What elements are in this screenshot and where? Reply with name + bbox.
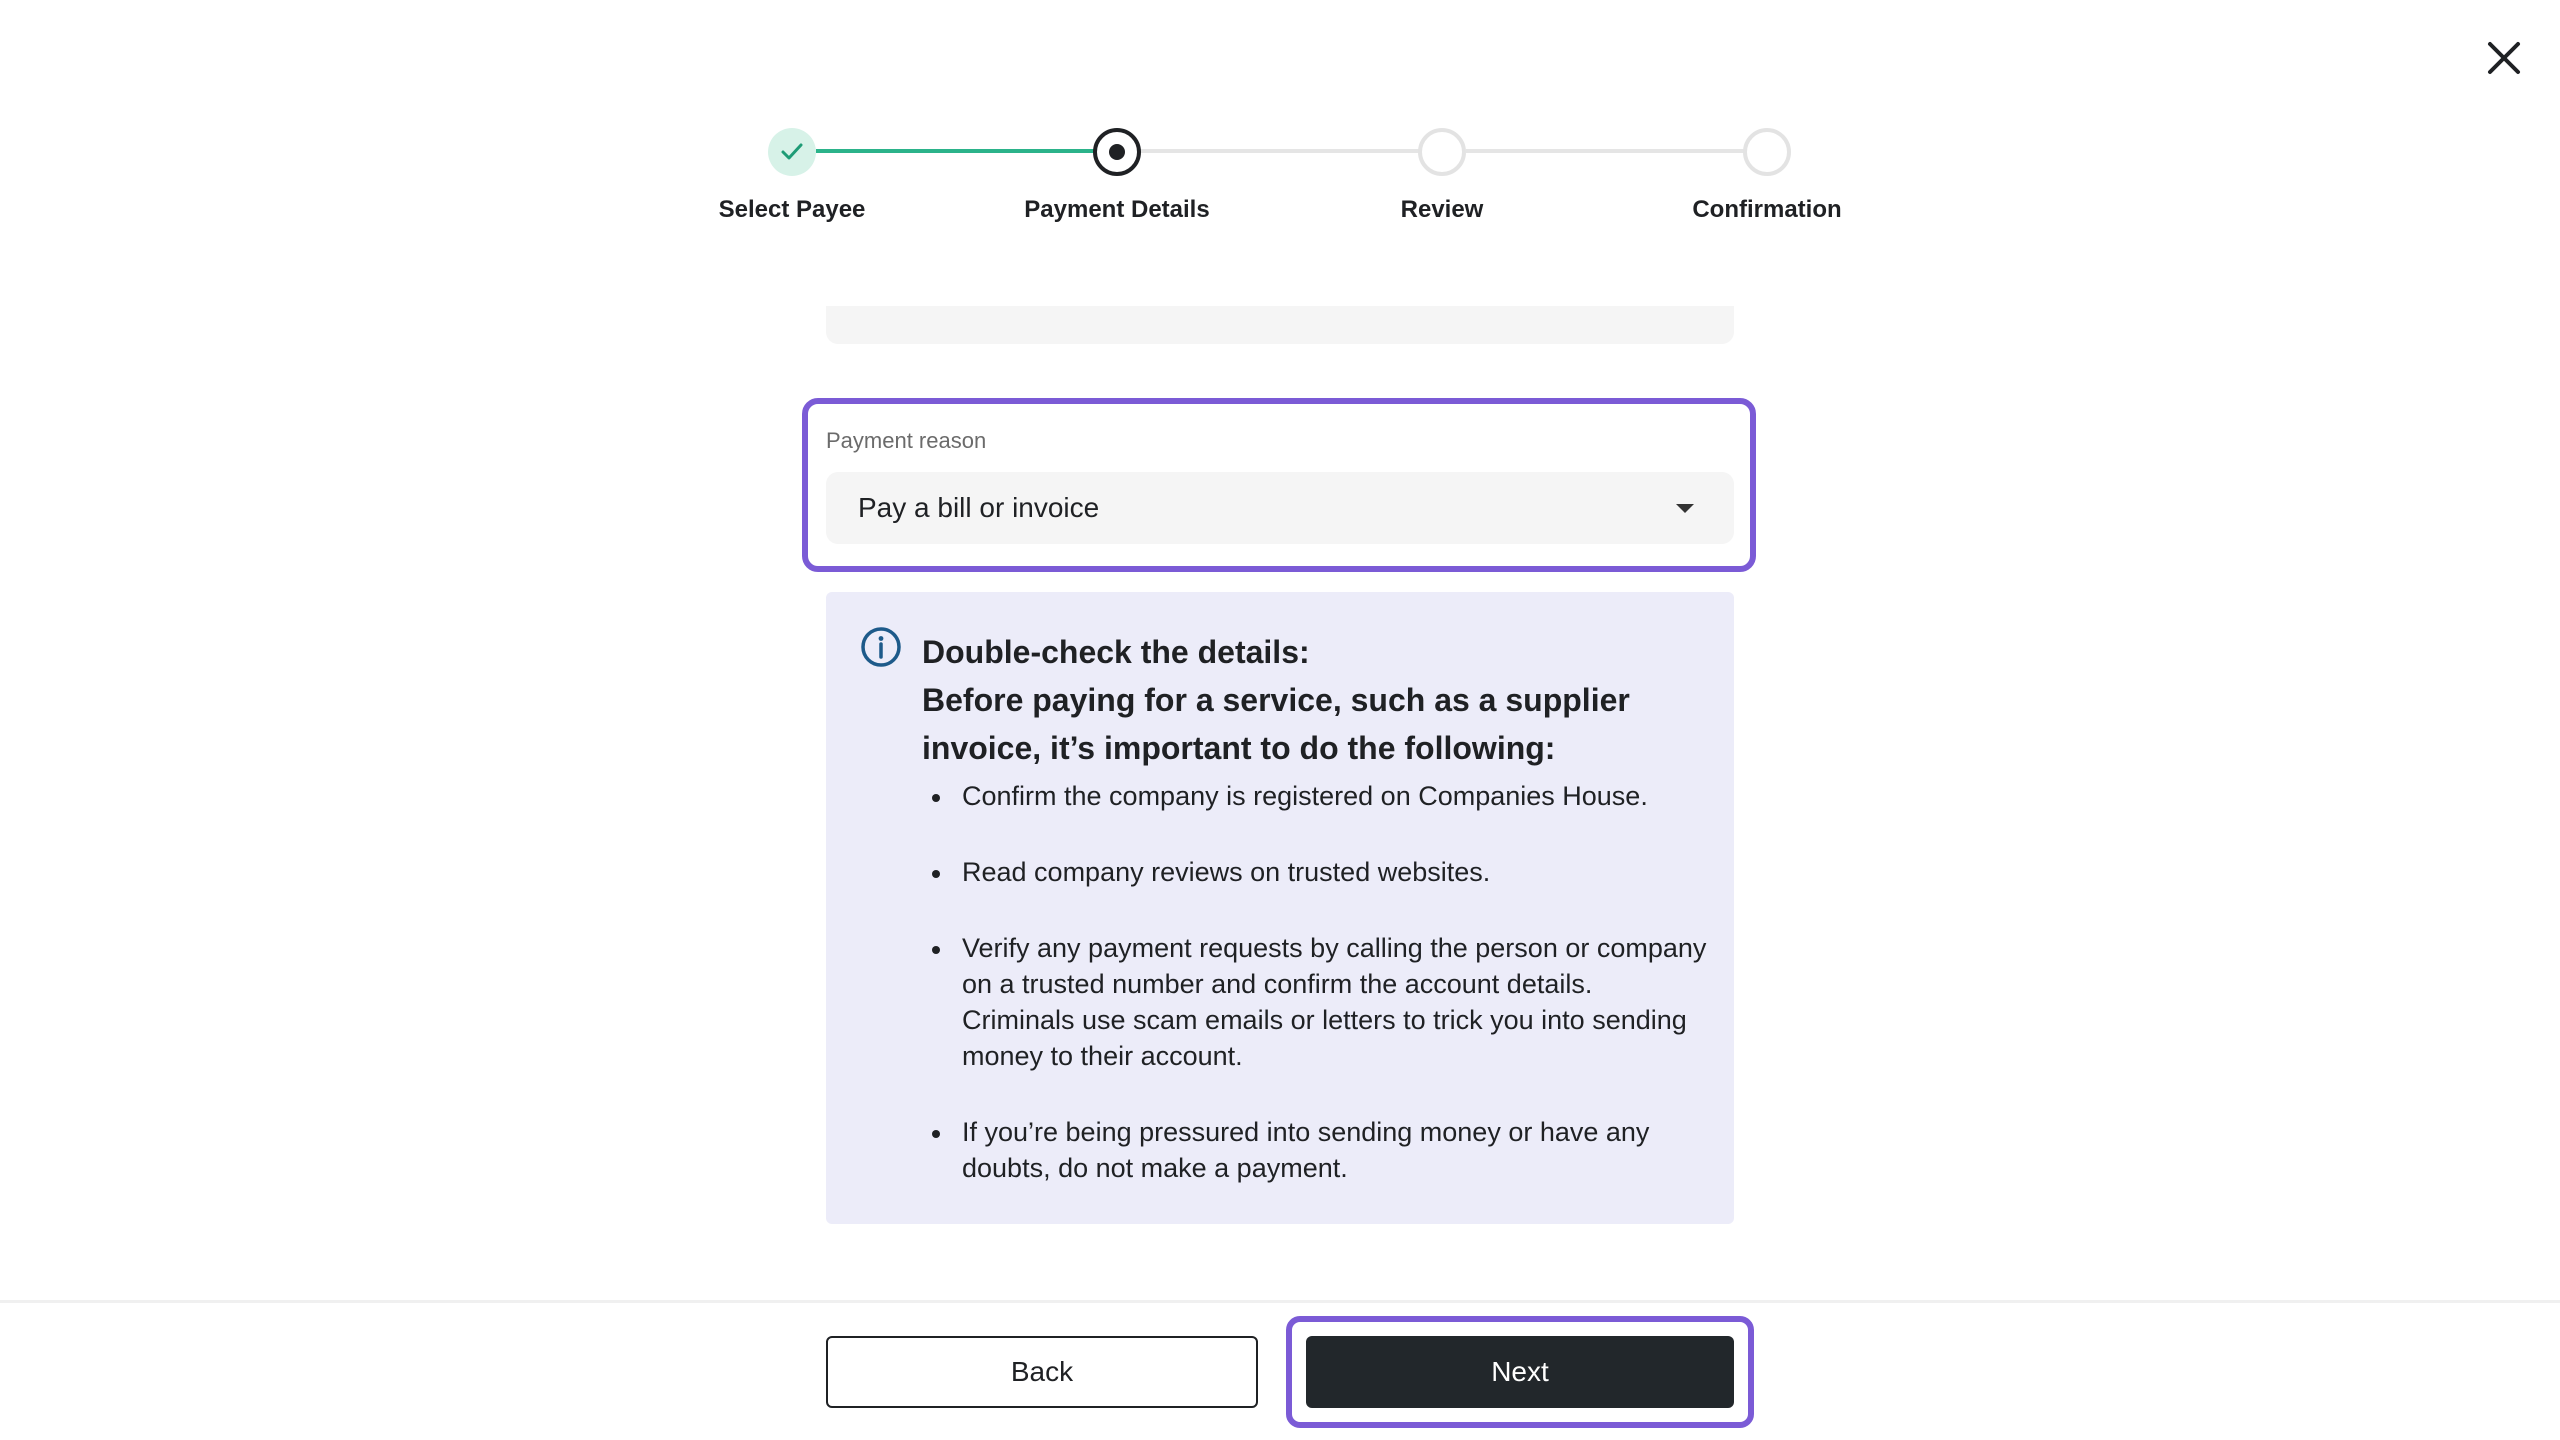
step-review-dot — [1418, 128, 1466, 176]
info-heading-line2: Before paying for a service, such as a s… — [922, 682, 1630, 766]
step-label-select-payee: Select Payee — [718, 196, 866, 223]
previous-field-partial[interactable] — [826, 306, 1734, 344]
info-heading-line1: Double-check the details: — [922, 634, 1310, 670]
next-button[interactable]: Next — [1306, 1336, 1734, 1408]
payment-reason-select[interactable]: Pay a bill or invoice — [826, 472, 1734, 544]
step-current-marker — [1109, 144, 1125, 160]
check-icon — [781, 143, 803, 160]
step-payment-details-dot — [1093, 128, 1141, 176]
list-item: Read company reviews on trusted websites… — [922, 854, 1712, 890]
progress-stepper: Select Payee Payment Details Review Conf… — [0, 0, 2560, 240]
info-icon — [861, 627, 901, 667]
payment-reason-label: Payment reason — [826, 428, 987, 453]
payment-reason-value: Pay a bill or invoice — [858, 492, 1100, 523]
list-item: If you’re being pressured into sending m… — [922, 1114, 1712, 1186]
info-heading: Double-check the details: Before paying … — [922, 628, 1712, 772]
step-label-payment-details: Payment Details — [1024, 196, 1210, 223]
step-select-payee-dot — [768, 128, 816, 176]
list-item: Confirm the company is registered on Com… — [922, 778, 1712, 814]
footer-divider — [0, 1300, 2560, 1303]
payment-page: Select Payee Payment Details Review Conf… — [0, 0, 2560, 1440]
info-list: Confirm the company is registered on Com… — [922, 778, 1712, 1226]
step-label-review: Review — [1400, 196, 1484, 223]
step-confirmation-dot — [1743, 128, 1791, 176]
list-item: Verify any payment requests by calling t… — [922, 930, 1712, 1074]
chevron-down-icon — [1676, 504, 1694, 513]
step-label-confirmation: Confirmation — [1692, 196, 1842, 223]
step-connector-2 — [1140, 149, 1440, 153]
back-button[interactable]: Back — [826, 1336, 1258, 1408]
step-connector-3 — [1466, 149, 1766, 153]
step-connector-1 — [816, 149, 1104, 153]
